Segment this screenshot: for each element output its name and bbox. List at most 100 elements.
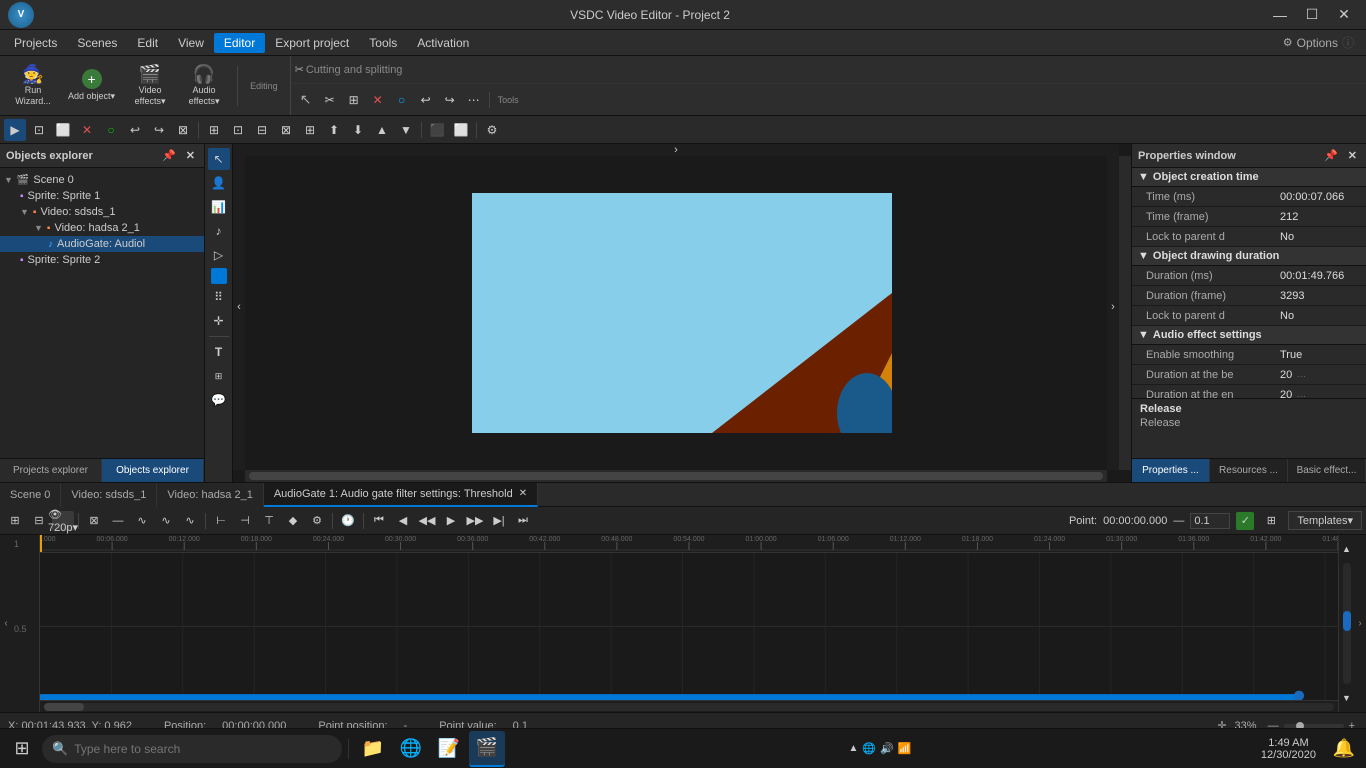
canvas-vscrollbar[interactable] xyxy=(1119,156,1131,470)
more-tool[interactable]: ⋯ xyxy=(463,89,485,111)
run-wizard-button[interactable]: 🧙 RunWizard... xyxy=(8,61,58,111)
tl-forward-btn[interactable]: ▶▶ xyxy=(464,511,486,531)
tl-rewind-btn[interactable]: ◀◀ xyxy=(416,511,438,531)
tl-align-center-btn[interactable]: ⊣ xyxy=(234,511,256,531)
canvas-hscroll-thumb[interactable] xyxy=(249,472,1103,480)
collapse-drawing-duration[interactable]: ▼ xyxy=(1138,250,1149,262)
tb2-btn9[interactable]: ⊞ xyxy=(203,119,225,141)
timeline-scroll-thumb[interactable] xyxy=(44,703,84,711)
tb2-btn14[interactable]: ⬆ xyxy=(323,119,345,141)
options-label[interactable]: Options xyxy=(1297,36,1338,50)
tb2-btn7[interactable]: ↪ xyxy=(148,119,170,141)
zoom-slider-track[interactable] xyxy=(1284,724,1344,728)
menu-item-export-project[interactable]: Export project xyxy=(265,33,359,53)
prop-time-frame[interactable]: Time (frame) 212 xyxy=(1132,207,1366,227)
collapse-audio-effect[interactable]: ▼ xyxy=(1138,329,1149,341)
menu-item-edit[interactable]: Edit xyxy=(127,33,168,53)
canvas-scroll-left[interactable]: ‹ xyxy=(233,144,245,470)
tb2-btn19[interactable]: ⬜ xyxy=(450,119,472,141)
canvas-scroll-right[interactable]: › xyxy=(1107,144,1119,470)
tray-up-arrow[interactable]: ▲ xyxy=(848,743,858,754)
tl-curve3-btn[interactable]: ∿ xyxy=(179,511,201,531)
tab-basic-effect[interactable]: Basic effect... xyxy=(1288,459,1366,482)
menu-item-tools[interactable]: Tools xyxy=(359,33,407,53)
tl-eye-btn[interactable]: 👁 720p▾ xyxy=(52,511,74,531)
prop-lock-parent-2[interactable]: Lock to parent d No xyxy=(1132,306,1366,326)
redo-tool[interactable]: ↪ xyxy=(439,89,461,111)
tb2-btn18[interactable]: ⬛ xyxy=(426,119,448,141)
more-begin[interactable]: … xyxy=(1296,369,1306,380)
tl-play-btn[interactable]: ▶ xyxy=(440,511,462,531)
timeline-content[interactable] xyxy=(40,553,1338,700)
taskbar-vsdc-btn[interactable]: 🎬 xyxy=(469,731,505,767)
tray-speaker-icon[interactable]: 🔊 xyxy=(880,742,894,755)
timeline-scroll-track[interactable] xyxy=(44,703,1334,711)
tl-expand-btn[interactable]: ⊞ xyxy=(1260,511,1282,531)
side-tool-play[interactable]: ▷ xyxy=(208,244,230,266)
menu-item-projects[interactable]: Projects xyxy=(4,33,67,53)
tab-resources[interactable]: Resources ... xyxy=(1210,459,1288,482)
section-creation-time-header[interactable]: ▼ Object creation time xyxy=(1132,168,1366,187)
tl-confirm-btn[interactable]: ✓ xyxy=(1236,512,1254,530)
tl-point-value-input[interactable] xyxy=(1190,513,1230,529)
tl-curve2-btn[interactable]: ∿ xyxy=(155,511,177,531)
arrow-tool[interactable]: ↖ xyxy=(295,89,317,111)
prop-lock-parent-1[interactable]: Lock to parent d No xyxy=(1132,227,1366,247)
menu-item-editor[interactable]: Editor xyxy=(214,33,265,53)
taskbar-chrome-btn[interactable]: 🌐 xyxy=(393,731,429,767)
more-end[interactable]: … xyxy=(1296,389,1306,398)
taskbar-explorer-btn[interactable]: 📁 xyxy=(355,731,391,767)
taskbar-search-box[interactable]: 🔍 xyxy=(42,735,342,763)
tl-layout-btn[interactable]: ⊠ xyxy=(83,511,105,531)
prop-duration-frame[interactable]: Duration (frame) 3293 xyxy=(1132,286,1366,306)
tb2-btn2[interactable]: ⊡ xyxy=(28,119,50,141)
cut-tool[interactable]: ✂ xyxy=(319,89,341,111)
prop-duration-ms[interactable]: Duration (ms) 00:01:49.766 xyxy=(1132,266,1366,286)
tab-audiogate[interactable]: AudioGate 1: Audio gate filter settings:… xyxy=(264,483,538,507)
tb2-btn13[interactable]: ⊞ xyxy=(299,119,321,141)
side-tool-T[interactable]: T xyxy=(208,341,230,363)
trim-tool[interactable]: ⊞ xyxy=(343,89,365,111)
taskbar-clock[interactable]: 1:49 AM 12/30/2020 xyxy=(1253,737,1324,761)
prop-duration-end[interactable]: Duration at the en 20 … xyxy=(1132,385,1366,398)
menu-item-activation[interactable]: Activation xyxy=(407,33,479,53)
tb2-btn6[interactable]: ↩ xyxy=(124,119,146,141)
audiogate-tab-close[interactable]: ✕ xyxy=(519,488,527,499)
tb2-btn11[interactable]: ⊟ xyxy=(251,119,273,141)
menu-settings-icon[interactable]: ⚙ xyxy=(1283,36,1293,49)
circle-tool[interactable]: ○ xyxy=(391,89,413,111)
side-tool-dots[interactable]: ⠿ xyxy=(208,286,230,308)
start-button[interactable]: ⊞ xyxy=(4,731,40,767)
tree-item-sprite2[interactable]: ▪ Sprite: Sprite 2 xyxy=(0,252,204,268)
prop-enable-smoothing[interactable]: Enable smoothing True xyxy=(1132,345,1366,365)
tl-prev-btn[interactable]: ◀ xyxy=(392,511,414,531)
prop-time-ms[interactable]: Time (ms) 00:00:07.066 xyxy=(1132,187,1366,207)
tab-video-hadsa2[interactable]: Video: hadsa 2_1 xyxy=(157,483,263,507)
side-tool-arrow[interactable]: ↖ xyxy=(208,148,230,170)
close-props-btn[interactable]: ✕ xyxy=(1345,148,1360,163)
tb2-btn17[interactable]: ▼ xyxy=(395,119,417,141)
select-tool-btn[interactable]: ▶ xyxy=(4,119,26,141)
prop-duration-begin[interactable]: Duration at the be 20 … xyxy=(1132,365,1366,385)
tb2-btn4[interactable]: ✕ xyxy=(76,119,98,141)
expand-video2[interactable]: ▼ xyxy=(34,223,43,233)
close-button[interactable]: ✕ xyxy=(1330,5,1358,25)
tab-projects-explorer[interactable]: Projects explorer xyxy=(0,459,102,482)
side-tool-bubble[interactable]: 💬 xyxy=(208,389,230,411)
side-tool-chart[interactable]: 📊 xyxy=(208,196,230,218)
tab-scene0[interactable]: Scene 0 xyxy=(0,483,61,507)
expand-video1[interactable]: ▼ xyxy=(20,207,29,217)
tl-settings2-btn[interactable]: ⚙ xyxy=(306,511,328,531)
tb2-btn12[interactable]: ⊠ xyxy=(275,119,297,141)
menu-item-view[interactable]: View xyxy=(168,33,214,53)
notification-btn[interactable]: 🔔 xyxy=(1326,731,1362,767)
taskbar-search-input[interactable] xyxy=(74,742,332,756)
tl-vscroll-track[interactable] xyxy=(1343,563,1351,684)
tree-item-video1[interactable]: ▼ ▪ Video: sdsds_1 xyxy=(0,204,204,220)
tree-item-scene0[interactable]: ▼ 🎬 Scene 0 xyxy=(0,172,204,188)
taskbar-word-btn[interactable]: 📝 xyxy=(431,731,467,767)
section-drawing-duration-header[interactable]: ▼ Object drawing duration xyxy=(1132,247,1366,266)
tb2-btn5[interactable]: ○ xyxy=(100,119,122,141)
tray-network-icon[interactable]: 📶 xyxy=(898,742,912,755)
tl-skip-begin-btn[interactable]: ⏮ xyxy=(368,511,390,531)
